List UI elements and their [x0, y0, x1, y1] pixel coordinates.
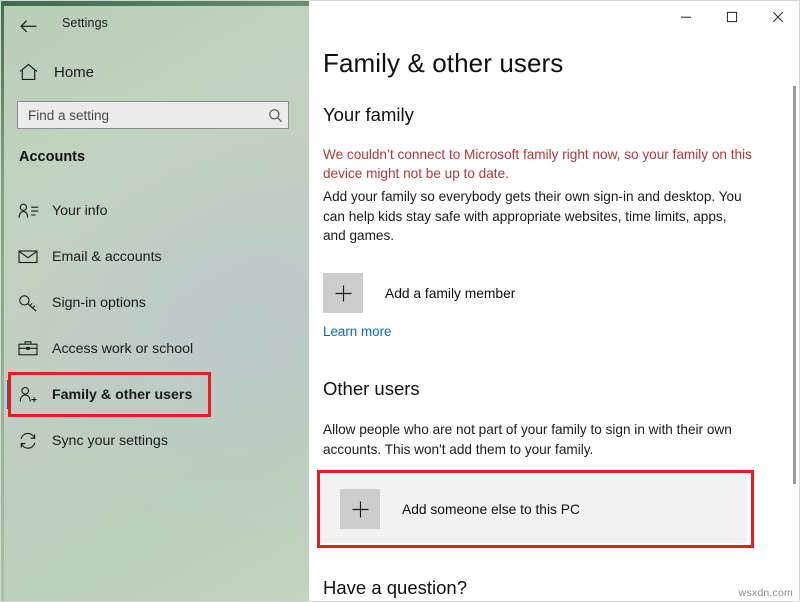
- sidebar-item-label: Sign-in options: [52, 294, 146, 311]
- family-connection-error: We couldn’t connect to Microsoft family …: [323, 147, 752, 181]
- page-title: Family & other users: [323, 48, 564, 78]
- maximize-icon[interactable]: [709, 1, 755, 33]
- sidebar-item-sync-settings[interactable]: Sync your settings: [1, 427, 309, 454]
- family-description: Add your family so everybody gets their …: [323, 189, 742, 243]
- search-input[interactable]: [18, 102, 262, 128]
- sidebar-item-label-home: Home: [54, 63, 95, 81]
- section-heading-have-question: Have a question?: [323, 577, 467, 598]
- sidebar-item-label: Family & other users: [52, 386, 193, 403]
- search-box[interactable]: [17, 101, 289, 129]
- content-scrollbar-thumb[interactable]: [793, 86, 796, 484]
- home-icon: [17, 61, 39, 83]
- plus-icon: [340, 489, 380, 529]
- section-heading-your-family: Your family: [323, 104, 414, 125]
- search-icon[interactable]: [262, 102, 288, 128]
- sidebar-item-label: Access work or school: [52, 340, 194, 357]
- sidebar-item-access-work-school[interactable]: Access work or school: [1, 335, 309, 362]
- sidebar-item-email-accounts[interactable]: Email & accounts: [1, 243, 309, 270]
- user-info-icon: [15, 200, 41, 222]
- other-users-description: Allow people who are not part of your fa…: [323, 422, 732, 457]
- back-arrow-icon[interactable]: [13, 12, 43, 40]
- learn-more-link[interactable]: Learn more: [323, 324, 391, 339]
- close-icon[interactable]: [755, 1, 799, 33]
- window-controls: [663, 1, 799, 33]
- add-someone-else-button[interactable]: Add someone else to this PC: [320, 475, 747, 543]
- main-content: Family & other users Your family We coul…: [309, 1, 799, 601]
- left-accent-edge: [1, 1, 4, 601]
- plus-icon: [323, 273, 363, 313]
- window-titlebar: Settings: [1, 6, 309, 40]
- watermark: wsxdn.com: [738, 587, 793, 599]
- settings-window: Settings Home Accounts: [0, 0, 800, 602]
- selection-indicator: [7, 380, 11, 409]
- add-family-member-button[interactable]: Add a family member: [323, 273, 623, 313]
- sidebar-nav-list: Your info Email & accounts Sign-in optio…: [1, 197, 309, 473]
- briefcase-icon: [15, 338, 41, 360]
- user-add-icon: [15, 384, 41, 406]
- sidebar-item-signin-options[interactable]: Sign-in options: [1, 289, 309, 316]
- add-family-member-label: Add a family member: [385, 285, 516, 301]
- navigation-sidebar: Settings Home Accounts: [1, 1, 309, 601]
- add-someone-else-label: Add someone else to this PC: [402, 501, 580, 517]
- sidebar-item-label: Email & accounts: [52, 248, 162, 265]
- sync-icon: [15, 430, 41, 452]
- sidebar-category-title: Accounts: [19, 149, 86, 165]
- key-icon: [15, 292, 41, 314]
- envelope-icon: [15, 246, 41, 268]
- sidebar-item-home[interactable]: Home: [1, 57, 291, 87]
- sidebar-item-label: Your info: [52, 202, 108, 219]
- sidebar-item-your-info[interactable]: Your info: [1, 197, 309, 224]
- section-heading-other-users: Other users: [323, 378, 420, 399]
- minimize-icon[interactable]: [663, 1, 709, 33]
- top-accent-strip: [1, 1, 309, 6]
- window-title: Settings: [62, 16, 108, 30]
- sidebar-item-label: Sync your settings: [52, 432, 168, 449]
- sidebar-item-family-other-users[interactable]: Family & other users: [1, 380, 309, 409]
